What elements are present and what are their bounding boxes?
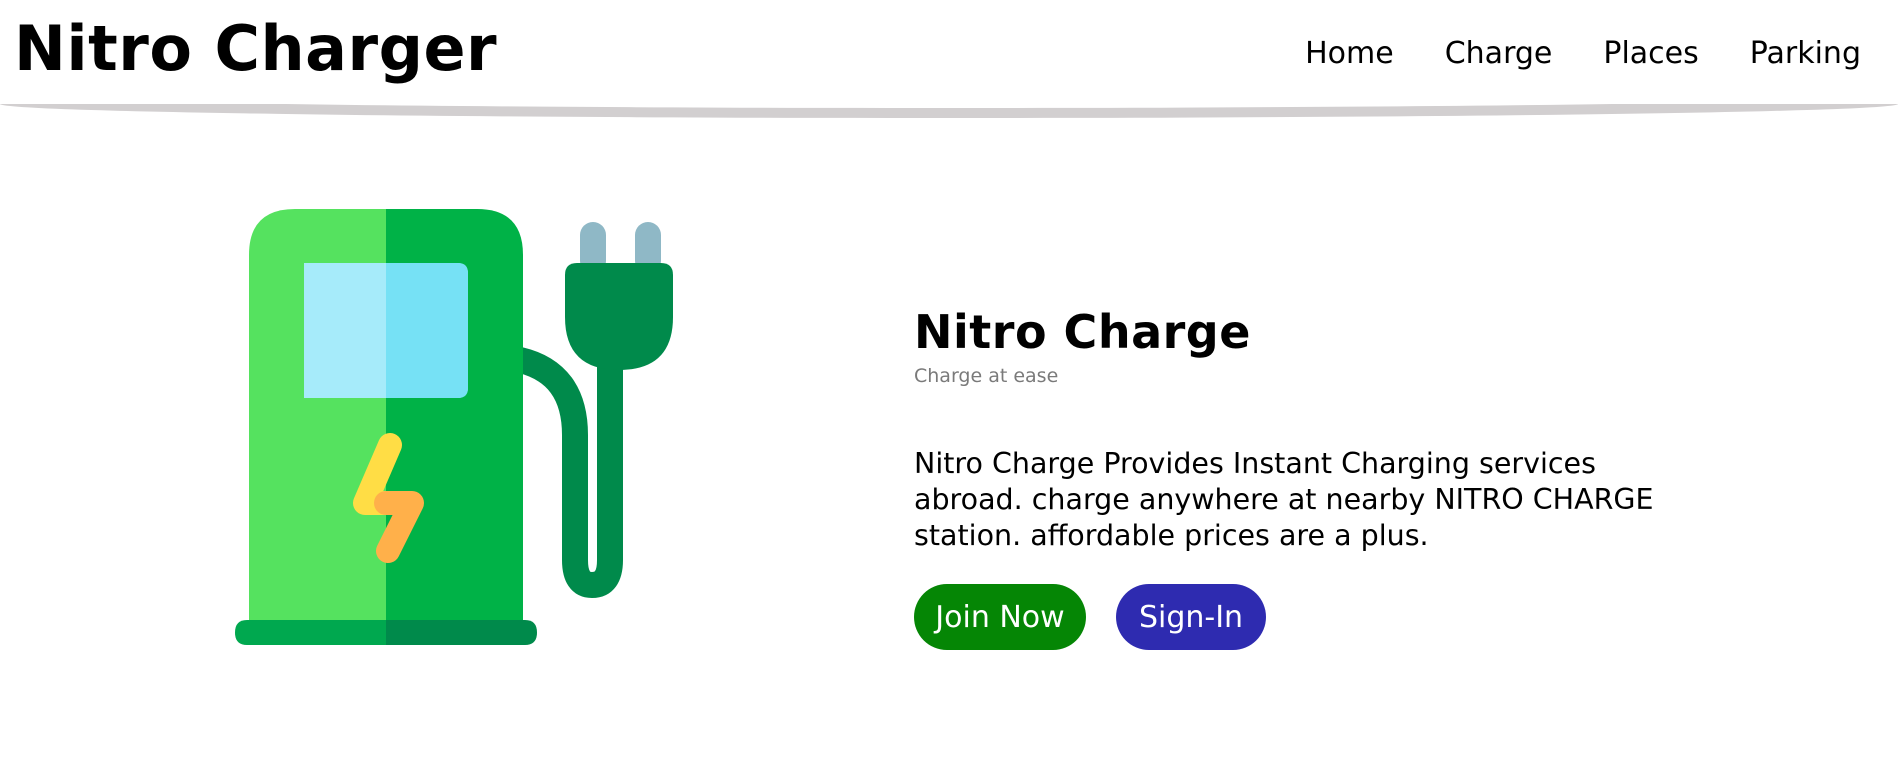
nav-link-charge[interactable]: Charge — [1445, 34, 1553, 74]
ev-charging-station-icon — [235, 209, 673, 645]
nav-link-places[interactable]: Places — [1603, 34, 1698, 74]
hero-subtitle: Charge at ease — [914, 365, 1059, 387]
hero-description: Nitro Charge Provides Instant Charging s… — [914, 447, 1654, 552]
station-base-left — [235, 620, 386, 645]
station-base-right — [386, 620, 537, 645]
hero-section: Nitro Charge Charge at ease Nitro Charge… — [914, 302, 1674, 650]
plug-head — [565, 263, 673, 370]
screen-right — [386, 263, 468, 398]
nav-link-parking[interactable]: Parking — [1750, 34, 1861, 74]
hero-title: Nitro Charge — [914, 305, 1251, 359]
join-now-button[interactable]: Join Now — [914, 584, 1086, 650]
cable-shape — [507, 322, 623, 599]
brand-title: Nitro Charger — [14, 12, 498, 85]
sign-in-button[interactable]: Sign-In — [1116, 584, 1266, 650]
nav-link-home[interactable]: Home — [1305, 34, 1394, 74]
site-header: Nitro Charger Home Charge Places Parking — [0, 0, 1898, 118]
hero-buttons: Join Now Sign-In — [914, 584, 1674, 650]
main-nav: Home Charge Places Parking — [1254, 34, 1861, 74]
